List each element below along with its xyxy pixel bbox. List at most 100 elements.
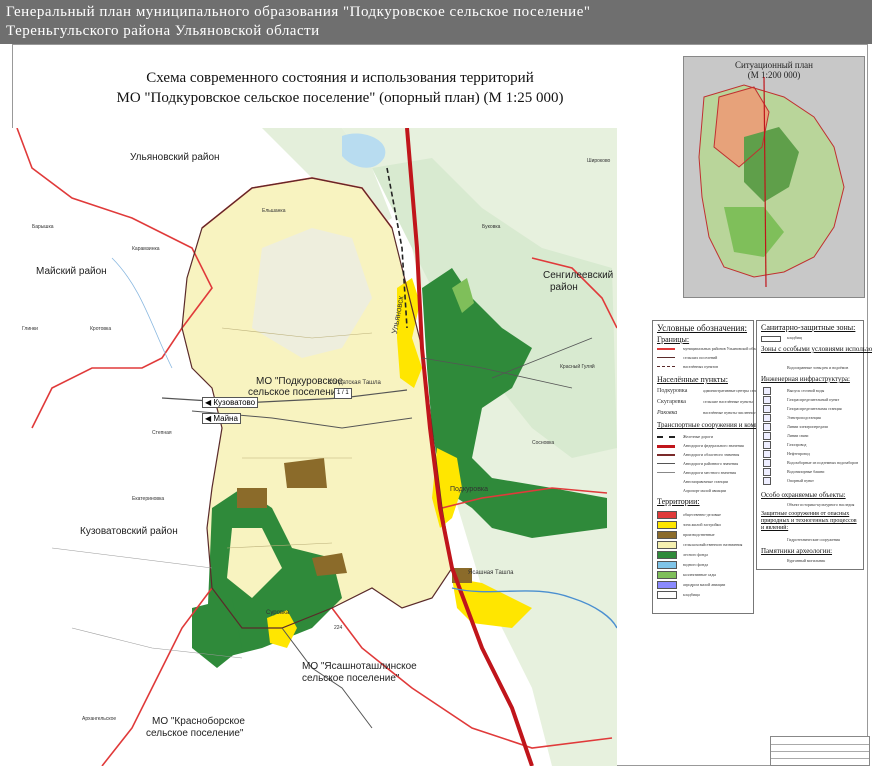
legend-border-item-1: сельских поселений: [683, 355, 718, 360]
label-kuzovatovsky-district: Кузоватовский район: [80, 526, 178, 537]
legend-territory-item-7: аэродром малой авиации: [683, 582, 726, 587]
label-soldatskaya-tashla: Солдатская Ташла: [328, 380, 381, 386]
road-number-224: 224: [334, 625, 343, 631]
direction-tag-mayna: ◀ Майна: [202, 413, 241, 424]
header-bar: Генеральный план муниципального образова…: [0, 0, 872, 44]
label-mo-krasnoborskoe-2: сельское поселение": [146, 728, 244, 739]
label-krotovka: Кротовка: [90, 326, 112, 332]
map-title-line1: Схема современного состояния и использов…: [146, 70, 534, 86]
legend-engineering-item-8: Водозаборные из подземных водозаборов: [787, 460, 859, 465]
label-shirokovo: Широково: [587, 158, 611, 164]
swatch-territory-1: [657, 521, 677, 529]
legend-engineering-item-2: Газораспределительная станция: [787, 406, 842, 411]
legend-territory-item-8: кладбища: [683, 592, 700, 597]
legend-protected-heading: Особо охраняемые объекты:: [761, 491, 846, 499]
header-title-line1: Генеральный план муниципального образова…: [6, 4, 591, 20]
swatch-territory-4: [657, 551, 677, 559]
situation-plan[interactable]: Ситуационный план (М 1:200 000): [683, 56, 865, 298]
legend-engineering-item-6: Газопровод: [787, 442, 807, 447]
legend-territory-item-4: лесного фонда: [683, 552, 708, 557]
legend-territory-item-6: коллективные сады: [683, 572, 717, 577]
legend-engineering-item-7: Нефтепровод: [787, 451, 810, 456]
swatch-territory-6: [657, 571, 677, 579]
legend-transport-item-6: Аэропорт малой авиации: [683, 488, 726, 493]
label-maysky-district: Майский район: [36, 266, 107, 277]
swatch-territory-2: [657, 531, 677, 539]
legend-territory-item-5: водного фонда: [683, 562, 709, 567]
legend-title: Условные обозначения:: [657, 323, 748, 333]
legend-protective-item: Гидротехнические сооружения: [787, 537, 840, 542]
legend-sanitary-item: кладбищ: [787, 335, 803, 340]
legend-territory-item-0: общественно-деловые: [683, 512, 721, 517]
label-baryshka: Барышка: [32, 224, 54, 230]
map-title-line2: МО "Подкуровское сельское поселение" (оп…: [116, 90, 564, 106]
legend-engineering-item-10: Опорный пункт: [787, 478, 814, 483]
legend-transport-item-0: Железные дороги: [683, 434, 713, 439]
legend-transport-item-4: Автодороги местного значения: [683, 470, 736, 475]
swatch-federal-road: [657, 445, 675, 448]
engineering-icon-5: [763, 432, 771, 440]
legend-engineering-item-3: Электроподстанция: [787, 415, 821, 420]
swatch-settlement-border: [657, 357, 675, 358]
main-map[interactable]: Ульяновский район Майский район Сенгилее…: [12, 128, 617, 766]
swatch-territory-0: [657, 511, 677, 519]
label-podkurovka: Подкуровка: [450, 486, 489, 493]
label-arkhangelskoe: Архангельское: [82, 716, 117, 722]
label-mo-yasashnotashlinskoe-1: МО "Ясашноташлинское: [302, 661, 417, 672]
engineering-icon-9: [763, 468, 771, 476]
legend-extra: Санитарно-защитные зоны: кладбищ Зоны с …: [756, 320, 872, 570]
legend-engineering-item-5: Линии связи: [787, 433, 809, 438]
title-block-stamp: [770, 736, 870, 766]
legend-special-heading: Зоны с особыми условиями использования:: [761, 345, 872, 353]
engineering-icon-8: [763, 459, 771, 467]
swatch-sanitary: [761, 336, 781, 342]
legend-transport-item-2: Автодороги областного значения: [683, 452, 740, 457]
legend-engineering-item-4: Линии электропередачи: [787, 424, 828, 429]
legend-archaeology-item: Курганный могильник: [787, 558, 826, 563]
label-sosnovka: Сосновка: [532, 440, 555, 446]
swatch-territory-5: [657, 561, 677, 569]
swatch-district-road: [657, 463, 675, 464]
situation-map-svg: [698, 76, 845, 288]
swatch-territory-7: [657, 581, 677, 589]
legend-territories-heading: Территории:: [657, 497, 700, 506]
label-elshanka: Ельшанка: [262, 208, 286, 214]
engineering-icon-6: [763, 441, 771, 449]
label-mo-podkurovskoe-2: сельское поселение": [248, 387, 346, 398]
swatch-district-border: [657, 348, 675, 350]
legend-special-item: Водоохранные зоны рек и водоёмов: [787, 365, 849, 370]
legend-transport-item-1: Автодороги федерального значения: [683, 443, 744, 448]
label-krasny-gulyay: Красный Гуляй: [560, 364, 595, 370]
legend-settlement-desc-1: сельские населённые пункты: [703, 399, 753, 404]
label-mo-yasashnotashlinskoe-2: сельское поселение": [302, 673, 400, 684]
legend-transport-item-3: Автодороги районного значения: [683, 461, 739, 466]
label-ekaterinovka: Екатериновка: [132, 496, 165, 502]
label-karamzinka: Карамзинка: [132, 246, 160, 252]
legend-settlement-name-1: Скугаревка: [657, 399, 686, 405]
label-sengileevsky-district-2: район: [550, 282, 578, 293]
label-sengileevsky-district-1: Сенгилеевский: [543, 270, 614, 281]
engineering-icon-7: [763, 450, 771, 458]
swatch-local-road: [657, 472, 675, 473]
label-ulyanovsky-district: Ульяновский район: [130, 152, 220, 163]
engineering-icon-1: [763, 396, 771, 404]
legend-territory-item-2: производственные: [683, 532, 715, 537]
swatch-village-border: [657, 366, 675, 367]
label-yasashnaya-tashla: Ясашная Ташла: [468, 570, 514, 576]
legend-protective-heading: Защитные сооружения от опасных природных…: [761, 511, 857, 531]
swatch-regional-road: [657, 454, 675, 456]
legend-engineering-item-0: Выпуск сточной воды: [787, 388, 825, 393]
legend-protected-item: Объект историко-культурного наследия: [787, 502, 855, 507]
legend-settlements-heading: Населённые пункты:: [657, 375, 728, 384]
label-bukovka: Буковка: [482, 224, 501, 230]
engineering-icon-3: [763, 414, 771, 422]
swatch-territory-3: [657, 541, 677, 549]
legend-engineering-heading: Инженерная инфраструктура:: [761, 375, 850, 383]
swatch-railway: [657, 436, 675, 438]
legend-engineering-item-9: Водонапорные башни: [787, 469, 825, 474]
legend-borders-heading: Границы:: [657, 335, 690, 344]
engineering-icon-10: [763, 477, 771, 485]
engineering-icon-4: [763, 423, 771, 431]
label-mo-krasnoborskoe-1: МО "Красноборское: [152, 716, 245, 727]
legend-border-item-2: населённых пунктов: [683, 364, 719, 369]
